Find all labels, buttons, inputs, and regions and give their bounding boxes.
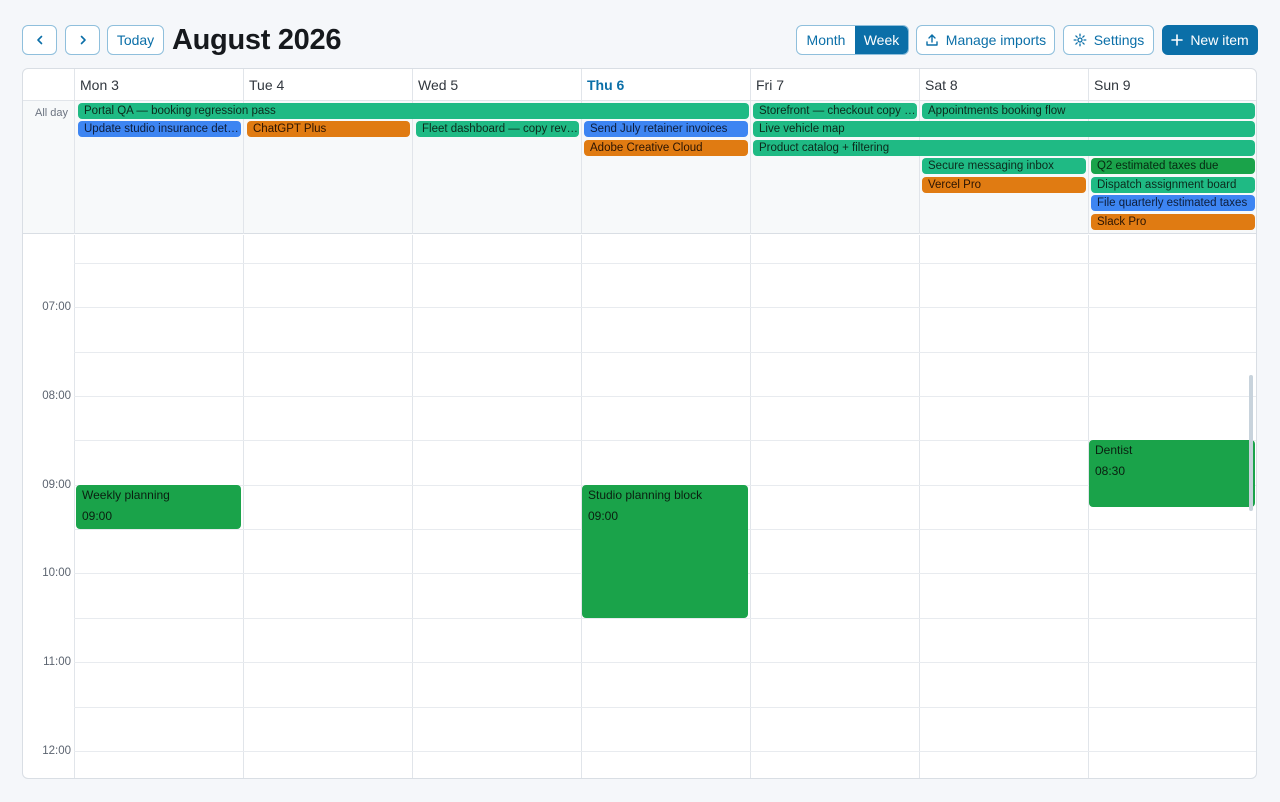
column-divider (243, 235, 244, 778)
time-label: 10:00 (42, 567, 71, 579)
column-divider (74, 235, 75, 778)
all-day-event[interactable]: Appointments booking flow (922, 103, 1255, 119)
column-divider (919, 235, 920, 778)
timed-event-weekly-planning[interactable]: Weekly planning 09:00 (76, 485, 241, 529)
all-day-event[interactable]: Dispatch assignment board (1091, 177, 1255, 193)
manage-imports-label: Manage imports (945, 32, 1047, 48)
time-grid[interactable]: 07:00 08:00 09:00 10:00 11:00 12:00 Week… (23, 235, 1256, 778)
half-hour-line (74, 618, 1256, 619)
week-calendar: Mon 3 Tue 4 Wed 5 Thu 6 Fri 7 Sat 8 Sun … (22, 68, 1257, 779)
next-week-button[interactable] (65, 25, 100, 55)
all-day-event[interactable]: Adobe Creative Cloud (584, 140, 748, 156)
all-day-event[interactable]: Fleet dashboard — copy review (416, 121, 579, 137)
day-header-tue[interactable]: Tue 4 (243, 69, 412, 101)
half-hour-line (74, 352, 1256, 353)
column-divider (581, 101, 582, 234)
new-item-label: New item (1190, 32, 1249, 48)
all-day-event[interactable]: Storefront — checkout copy review (753, 103, 917, 119)
upload-icon (926, 34, 938, 46)
time-label: 08:00 (42, 390, 71, 402)
hour-line (74, 751, 1256, 752)
half-hour-line (74, 263, 1256, 264)
calendar-toolbar: Today August 2026 Month Week Manage impo… (0, 0, 1280, 68)
prev-week-button[interactable] (22, 25, 57, 55)
time-label: 11:00 (43, 656, 71, 668)
all-day-event[interactable]: Secure messaging inbox (922, 158, 1086, 174)
settings-label: Settings (1093, 32, 1145, 48)
day-header-thu[interactable]: Thu 6 (581, 69, 750, 101)
hour-line (74, 307, 1256, 308)
all-day-event[interactable]: Slack Pro (1091, 214, 1255, 230)
day-header-sun[interactable]: Sun 9 (1088, 69, 1256, 101)
event-title: Studio planning block (588, 488, 703, 502)
half-hour-line (74, 707, 1256, 708)
chevron-left-icon (36, 35, 42, 45)
event-time: 08:30 (1095, 464, 1126, 478)
hour-line (74, 396, 1256, 397)
event-title: Dentist (1095, 443, 1133, 457)
all-day-event[interactable]: ChatGPT Plus (247, 121, 410, 137)
column-divider (750, 235, 751, 778)
all-day-event[interactable]: Q2 estimated taxes due (1091, 158, 1255, 174)
column-divider (412, 235, 413, 778)
column-divider (750, 101, 751, 234)
column-divider (412, 101, 413, 234)
event-time: 09:00 (82, 509, 113, 523)
column-divider (74, 101, 75, 234)
column-divider (243, 101, 244, 234)
view-week-button[interactable]: Week (855, 26, 908, 54)
event-time: 09:00 (588, 509, 619, 523)
time-label: 12:00 (42, 745, 71, 757)
manage-imports-button[interactable]: Manage imports (916, 25, 1055, 55)
today-button[interactable]: Today (107, 25, 164, 55)
hour-line (74, 662, 1256, 663)
all-day-section: All day Portal QA — booking regression p… (23, 101, 1256, 234)
timed-event-studio-planning-block[interactable]: Studio planning block 09:00 (582, 485, 748, 618)
time-label: 07:00 (42, 301, 71, 313)
vertical-scrollbar[interactable] (1249, 375, 1253, 511)
all-day-event[interactable]: File quarterly estimated taxes (1091, 195, 1255, 211)
view-switcher: Month Week (796, 25, 909, 55)
day-header-mon[interactable]: Mon 3 (74, 69, 243, 101)
settings-button[interactable]: Settings (1063, 25, 1154, 55)
time-label: 09:00 (42, 479, 71, 491)
chevron-right-icon (80, 35, 86, 45)
half-hour-line (74, 440, 1256, 441)
timed-event-dentist[interactable]: Dentist 08:30 (1089, 440, 1255, 507)
gear-icon (1073, 33, 1087, 47)
all-day-label: All day (35, 107, 69, 119)
day-header-sat[interactable]: Sat 8 (919, 69, 1088, 101)
day-header-wed[interactable]: Wed 5 (412, 69, 581, 101)
view-month-button[interactable]: Month (797, 26, 855, 54)
day-header-fri[interactable]: Fri 7 (750, 69, 919, 101)
all-day-event[interactable]: Portal QA — booking regression pass (78, 103, 749, 119)
new-item-button[interactable]: New item (1162, 25, 1258, 55)
all-day-event[interactable]: Live vehicle map (753, 121, 1255, 137)
all-day-event[interactable]: Product catalog + filtering (753, 140, 1255, 156)
all-day-event[interactable]: Vercel Pro (922, 177, 1086, 193)
page-title: August 2026 (172, 24, 342, 56)
column-divider (1088, 235, 1089, 778)
all-day-event[interactable]: Update studio insurance details (78, 121, 241, 137)
plus-icon (1171, 34, 1184, 46)
event-title: Weekly planning (82, 488, 170, 502)
all-day-event[interactable]: Send July retainer invoices (584, 121, 748, 137)
